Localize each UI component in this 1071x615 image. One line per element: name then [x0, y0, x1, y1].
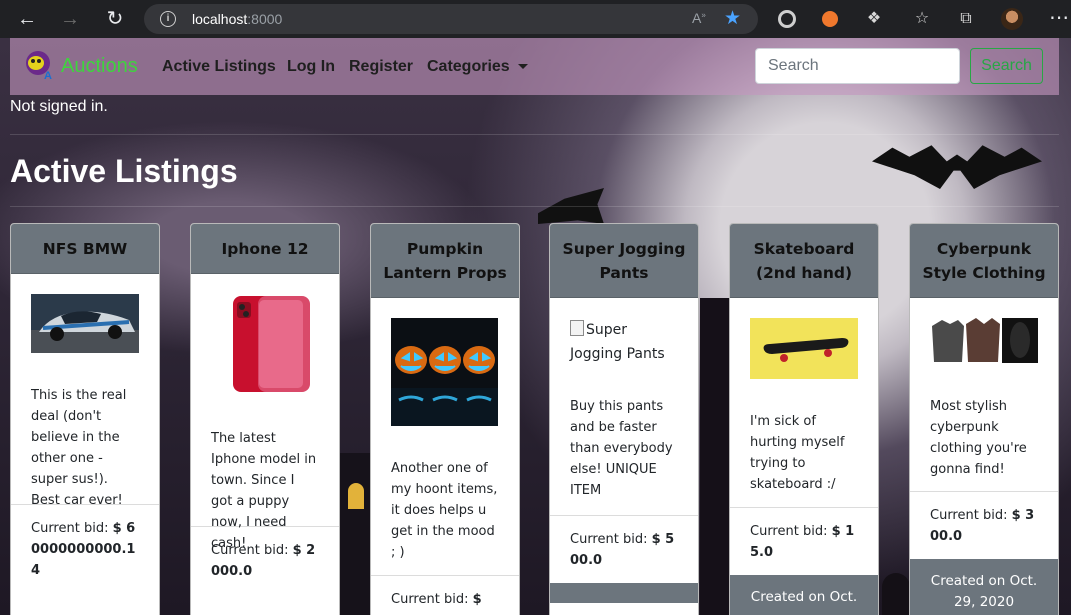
jackets-image — [930, 318, 1038, 363]
caret-down-icon — [517, 64, 528, 70]
url-port: :8000 — [247, 11, 283, 27]
nav-active-listings[interactable]: Active Listings — [162, 58, 276, 76]
address-bar[interactable]: i localhost:8000 A» ★ — [144, 4, 758, 34]
more-menu-icon[interactable]: ⋯ — [1049, 5, 1069, 30]
collections-icon[interactable]: ⧉ — [956, 9, 976, 29]
navbar: A Auctions Active Listings Log In Regist… — [10, 38, 1059, 95]
auctions-logo-icon[interactable]: A — [25, 50, 55, 80]
address-url[interactable]: localhost:8000 — [192, 11, 282, 27]
profile-avatar[interactable] — [1001, 8, 1023, 30]
listing-card[interactable]: Super Jogging Pants Super Jogging Pants … — [549, 223, 699, 615]
created-date: Created on Oct. 29, 2020 — [910, 559, 1058, 615]
pumpkin-image — [391, 318, 498, 426]
browser-toolbar: ← → ↻ i localhost:8000 A» ★ ❖ ☆ ⧉ ⋯ — [0, 0, 1071, 38]
broken-image-icon — [570, 320, 584, 336]
refresh-icon[interactable]: ↻ — [102, 6, 128, 32]
signin-status: Not signed in. — [10, 98, 108, 115]
created-date: Created on Oct. — [730, 575, 878, 615]
favorites-icon[interactable]: ☆ — [912, 9, 932, 29]
gravestone-silhouette — [882, 573, 910, 615]
site-info-icon[interactable]: i — [160, 11, 176, 27]
listing-card[interactable]: Skateboard (2nd hand) I'm sick of hurtin… — [729, 223, 879, 615]
divider — [10, 134, 1059, 135]
current-bid: Current bid: $ 15.0 — [730, 507, 878, 575]
extension-orange-icon[interactable] — [822, 11, 838, 27]
listing-card[interactable]: Iphone 12 The latest Iphone model in tow… — [190, 223, 340, 615]
extension-circle-icon[interactable] — [778, 10, 796, 28]
current-bid: Current bid: $ — [371, 575, 519, 615]
listing-title[interactable]: Pumpkin Lantern Props — [371, 224, 519, 298]
brand-name[interactable]: Auctions — [61, 55, 138, 78]
car-image — [31, 294, 139, 353]
favorite-star-icon[interactable]: ★ — [724, 7, 741, 30]
bid-value: $ — [472, 592, 482, 607]
listing-description: This is the real deal (don't believe in … — [31, 388, 127, 508]
nav-register[interactable]: Register — [349, 58, 413, 76]
listing-description: Another one of my hoont items, it does h… — [391, 461, 498, 560]
nav-log-in[interactable]: Log In — [287, 58, 335, 76]
listing-title[interactable]: Skateboard (2nd hand) — [730, 224, 878, 298]
search-input[interactable] — [755, 48, 960, 84]
page-title: Active Listings — [10, 153, 238, 189]
forward-arrow-icon[interactable]: → — [57, 6, 83, 32]
extensions-puzzle-icon[interactable]: ❖ — [864, 9, 884, 29]
listing-card[interactable]: Cyberpunk Style Clothing Most stylish cy… — [909, 223, 1059, 615]
phone-image — [211, 294, 319, 394]
bid-label: Current bid: — [31, 521, 109, 536]
current-bid: Current bid: $ 500.0 — [550, 515, 698, 583]
broken-image: Super Jogging Pants — [570, 318, 678, 366]
current-bid: Current bid: $ 300.0 — [910, 491, 1058, 559]
bat-decoration — [872, 145, 1042, 189]
image-alt-text: Super Jogging Pants — [570, 322, 665, 362]
url-host: localhost — [192, 11, 248, 27]
bid-label: Current bid: — [211, 543, 289, 558]
read-aloud-icon[interactable]: A» — [692, 10, 706, 26]
listing-title[interactable]: Cyberpunk Style Clothing — [910, 224, 1058, 298]
search-button[interactable]: Search — [970, 48, 1043, 84]
nav-categories-label: Categories — [427, 58, 510, 75]
listing-description: I'm sick of hurting myself trying to ska… — [750, 414, 845, 492]
listing-description: Most stylish cyberpunk clothing you're g… — [930, 399, 1027, 477]
listing-title[interactable]: NFS BMW — [11, 224, 159, 274]
current-bid: Current bid: $ 60000000000.14 — [11, 504, 159, 593]
divider — [10, 206, 1059, 207]
listing-title[interactable]: Iphone 12 — [191, 224, 339, 274]
listing-card[interactable]: NFS BMW This is the real deal (don't bel… — [10, 223, 160, 615]
tower-silhouette — [700, 298, 732, 615]
svg-text:A: A — [44, 70, 52, 80]
page-viewport: A Auctions Active Listings Log In Regist… — [0, 38, 1071, 615]
card-footer — [550, 583, 698, 603]
listing-description: Buy this pants and be faster than everyb… — [570, 399, 673, 498]
bid-label: Current bid: — [570, 532, 648, 547]
back-arrow-icon[interactable]: ← — [14, 6, 40, 32]
nav-categories-dropdown[interactable]: Categories — [427, 58, 528, 76]
bid-label: Current bid: — [750, 524, 828, 539]
bid-label: Current bid: — [391, 592, 469, 607]
skateboard-image — [750, 318, 858, 379]
bid-label: Current bid: — [930, 508, 1008, 523]
listing-title[interactable]: Super Jogging Pants — [550, 224, 698, 298]
listing-card[interactable]: Pumpkin Lantern Props Another one of my … — [370, 223, 520, 615]
